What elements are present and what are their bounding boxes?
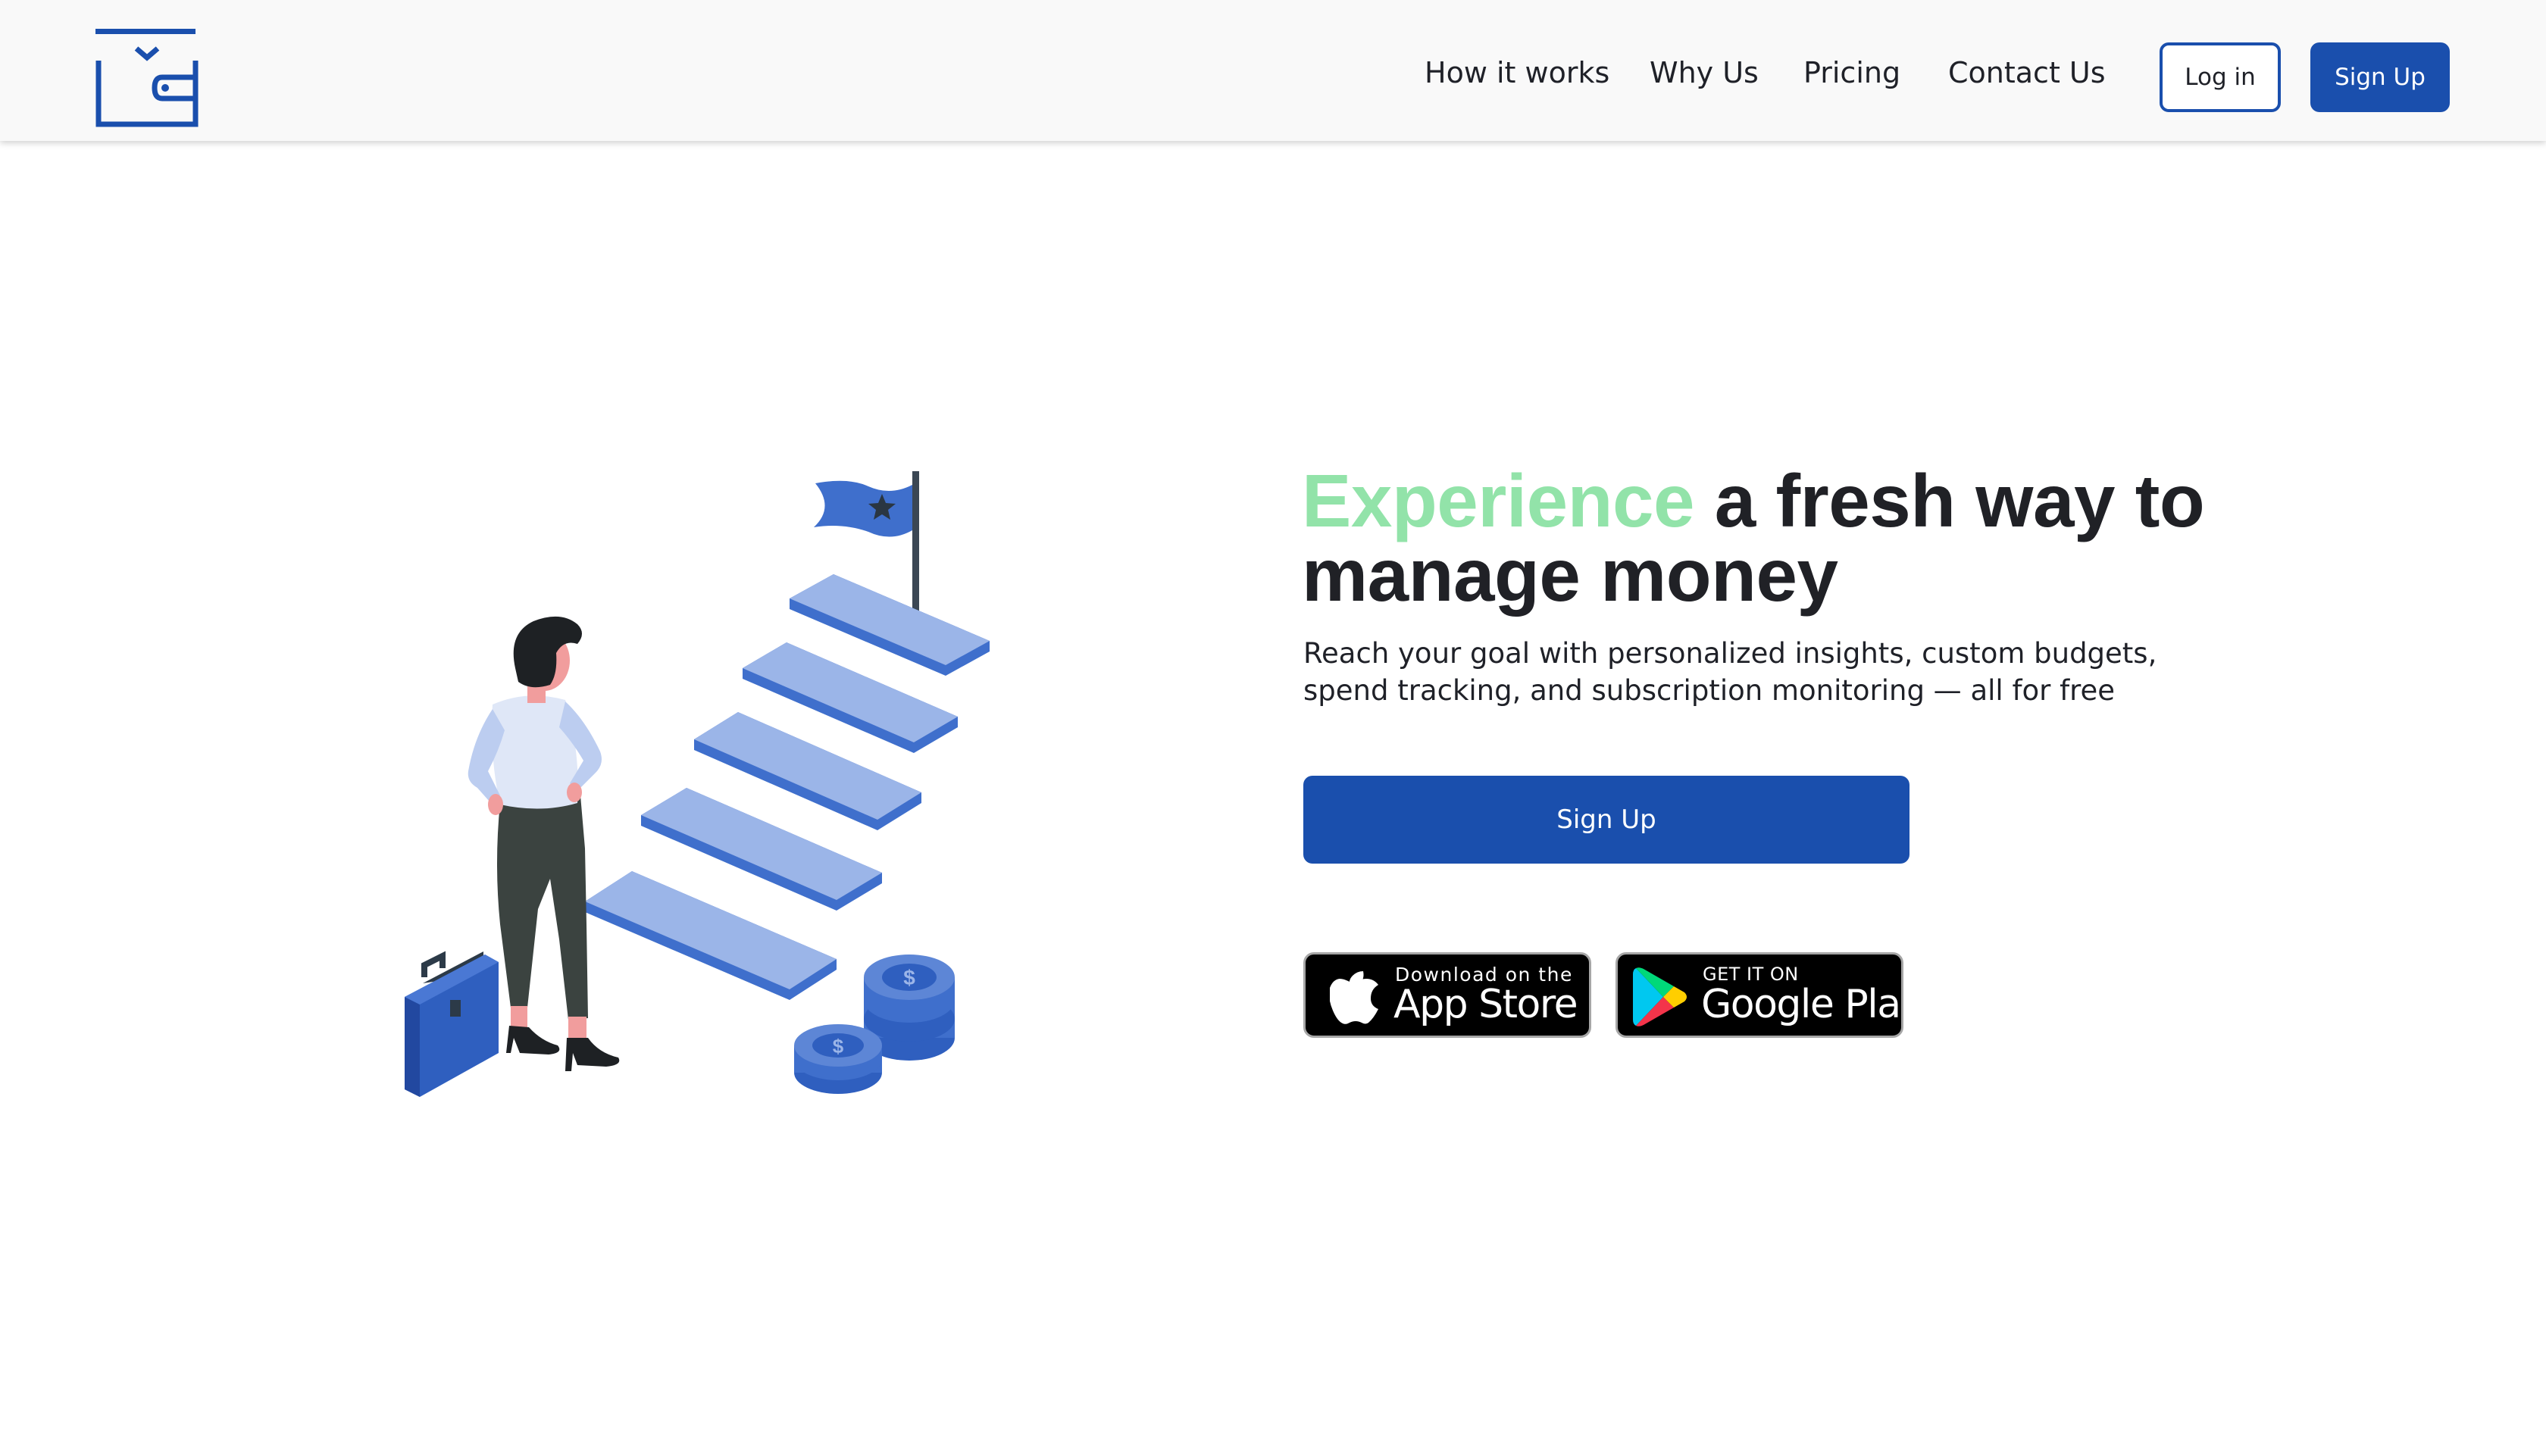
hero-subtitle: Reach your goal with personalized insigh… xyxy=(1303,637,2157,707)
header-signup-button[interactable]: Sign Up xyxy=(2310,42,2450,112)
hero-signup-button[interactable]: Sign Up xyxy=(1303,776,1910,864)
headline-line1: a fresh way to xyxy=(1694,459,2205,542)
nav-why-us[interactable]: Why Us xyxy=(1650,56,1759,89)
google-play-large-text: Google Play xyxy=(1701,982,1903,1027)
site-header: How it works Why Us Pricing Contact Us L… xyxy=(0,0,2546,141)
hero-illustration: $ $ xyxy=(405,471,990,1097)
nav-how-it-works[interactable]: How it works xyxy=(1425,56,1609,89)
google-play-badge[interactable]: GET IT ON Google Play xyxy=(1615,952,1903,1038)
briefcase-icon xyxy=(405,951,499,1097)
hero-headline: Experience a fresh way to manage money xyxy=(1302,464,2363,612)
login-button[interactable]: Log in xyxy=(2160,42,2281,112)
logo-wallet-icon[interactable] xyxy=(95,27,199,127)
svg-text:$: $ xyxy=(833,1035,844,1058)
apple-icon xyxy=(1330,971,1378,1024)
svg-text:$: $ xyxy=(903,966,915,989)
app-store-large-text: App Store xyxy=(1393,982,1578,1027)
headline-accent: Experience xyxy=(1302,459,1694,542)
stairs-icon xyxy=(585,574,990,1000)
nav-pricing[interactable]: Pricing xyxy=(1803,56,1900,89)
nav-contact-us[interactable]: Contact Us xyxy=(1948,56,2106,89)
headline-line2: manage money xyxy=(1302,533,1838,617)
app-store-badge[interactable]: Download on the App Store xyxy=(1303,952,1591,1038)
google-play-icon xyxy=(1633,967,1687,1026)
